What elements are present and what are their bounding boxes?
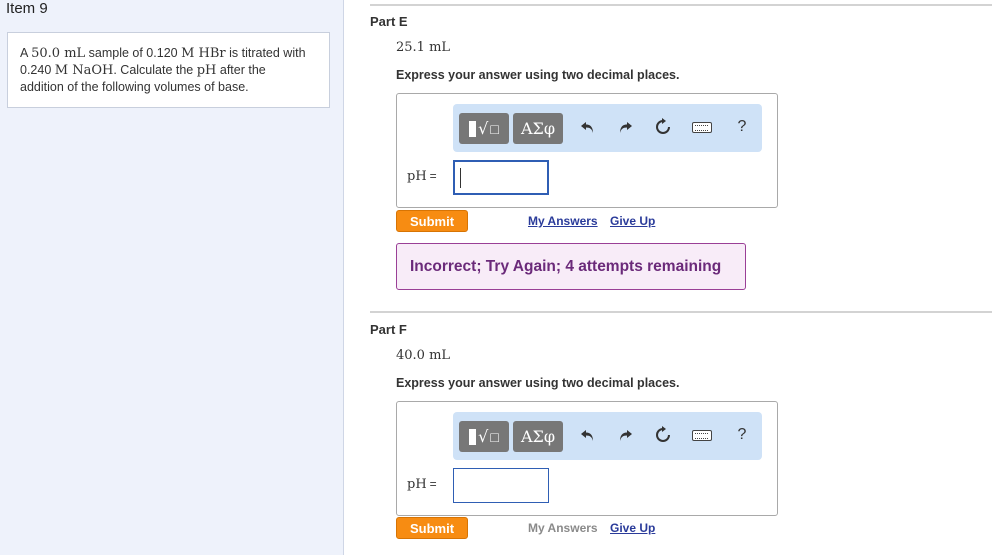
question-panel: Item 9 A 50.0 mL sample of 0.120 M HBr i… (0, 0, 344, 555)
answer-label: pH = (407, 477, 437, 492)
item-title: Item 9 (6, 0, 48, 17)
reset-icon[interactable] (653, 117, 673, 137)
submit-button[interactable]: Submit (396, 517, 468, 539)
my-answers-link: My Answers (528, 521, 598, 535)
ph-answer-input[interactable] (453, 160, 549, 195)
answer-box: √ □ ΑΣφ ? pH = (396, 401, 778, 516)
ph-answer-input[interactable] (453, 468, 549, 503)
give-up-link[interactable]: Give Up (610, 214, 655, 228)
reset-icon[interactable] (653, 425, 673, 445)
math-template-icon[interactable]: √ □ (459, 113, 509, 144)
help-icon[interactable]: ? (732, 425, 752, 445)
problem-text: after the (216, 63, 266, 77)
text-caret (460, 168, 461, 188)
greek-letters-icon[interactable]: ΑΣφ (513, 113, 563, 144)
answer-label-eq: = (429, 477, 437, 491)
greek-letters-icon[interactable]: ΑΣφ (513, 421, 563, 452)
answer-label-text: pH (407, 477, 427, 492)
give-up-link[interactable]: Give Up (610, 521, 655, 535)
problem-text: addition of the following volumes of bas… (20, 80, 249, 94)
undo-icon[interactable] (578, 117, 598, 137)
problem-text: is titrated with (225, 46, 306, 60)
problem-statement: A 50.0 mL sample of 0.120 M HBr is titra… (7, 32, 330, 108)
redo-icon[interactable] (615, 117, 635, 137)
redo-icon[interactable] (615, 425, 635, 445)
part-e: Part E 25.1 mL Express your answer using… (370, 4, 992, 304)
feedback-message: Incorrect; Try Again; 4 attempts remaini… (396, 243, 746, 290)
problem-text: 0.240 (20, 63, 55, 77)
submit-button[interactable]: Submit (396, 210, 468, 232)
part-instruction: Express your answer using two decimal pl… (396, 376, 680, 390)
problem-text: sample of 0.120 (85, 46, 182, 60)
problem-math: M NaOH (54, 63, 114, 78)
problem-text: A (20, 46, 32, 60)
problem-math: M HBr (181, 46, 226, 61)
answer-label: pH = (407, 169, 437, 184)
problem-math: 50.0 mL (31, 46, 86, 61)
part-label: Part E (370, 14, 408, 29)
problem-line-3: addition of the following volumes of bas… (20, 79, 317, 95)
math-toolbar: √ □ ΑΣφ ? (453, 104, 762, 152)
problem-text: . Calculate the (113, 63, 197, 77)
answer-box: √ □ ΑΣφ ? pH = (396, 93, 778, 208)
part-instruction: Express your answer using two decimal pl… (396, 68, 680, 82)
problem-line-2: 0.240 M NaOH. Calculate the pH after the (20, 62, 317, 79)
math-toolbar: √ □ ΑΣφ ? (453, 412, 762, 460)
part-f: Part F 40.0 mL Express your answer using… (370, 311, 992, 555)
problem-line-1: A 50.0 mL sample of 0.120 M HBr is titra… (20, 45, 317, 62)
part-volume: 40.0 mL (396, 348, 451, 363)
keyboard-icon[interactable] (691, 117, 713, 137)
part-volume: 25.1 mL (396, 40, 451, 55)
help-icon[interactable]: ? (732, 117, 752, 137)
undo-icon[interactable] (578, 425, 598, 445)
part-divider (370, 311, 992, 313)
my-answers-link[interactable]: My Answers (528, 214, 598, 228)
math-template-icon[interactable]: √ □ (459, 421, 509, 452)
answer-label-text: pH (407, 169, 427, 184)
keyboard-icon[interactable] (691, 425, 713, 445)
part-label: Part F (370, 322, 407, 337)
part-divider (370, 4, 992, 6)
answer-label-eq: = (429, 169, 437, 183)
problem-math: pH (196, 63, 217, 78)
